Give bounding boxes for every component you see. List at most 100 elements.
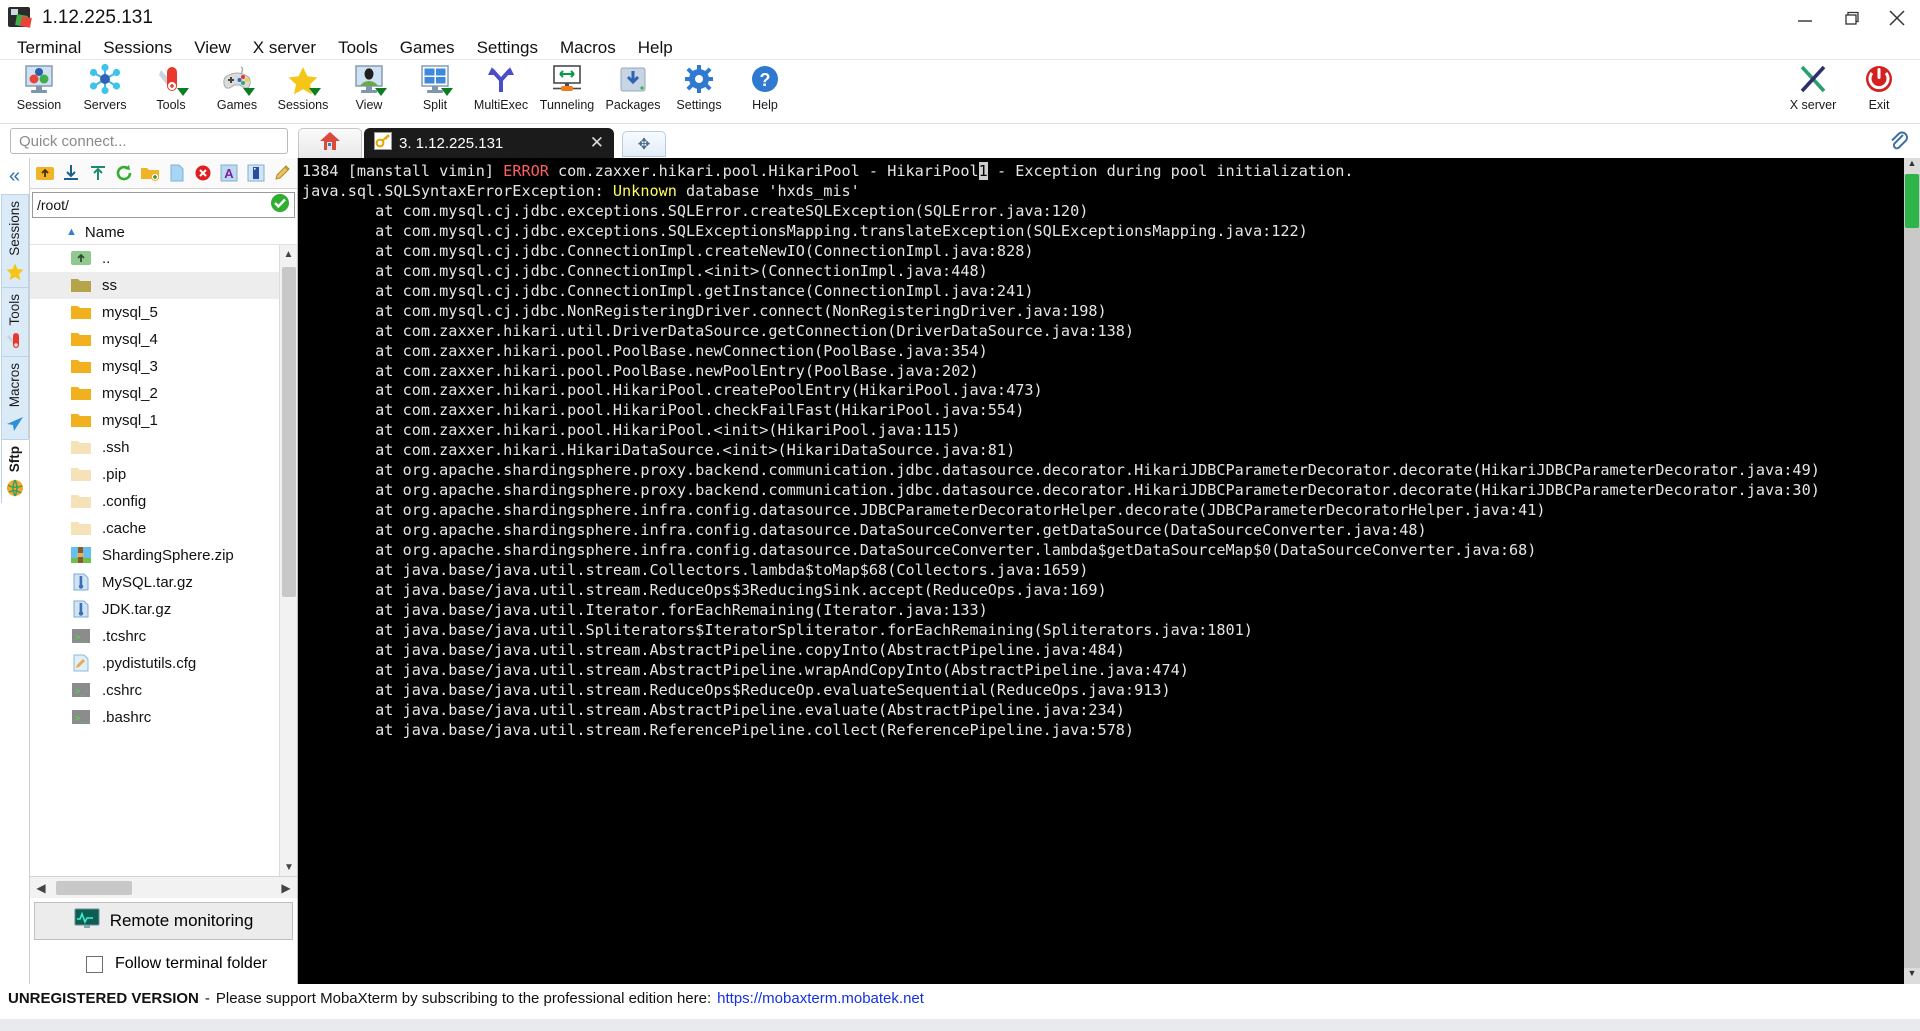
svg-text:>_: >_ <box>75 633 86 643</box>
list-item[interactable]: mysql_5 <box>30 299 279 326</box>
hscrollbar-thumb[interactable] <box>56 880 132 895</box>
toolbar-button-packages[interactable]: Packages <box>600 62 666 112</box>
toolbar-button-exit[interactable]: Exit <box>1846 62 1912 112</box>
follow-terminal-folder-checkbox[interactable] <box>86 955 103 973</box>
list-item[interactable]: ShardingSphere.zip <box>30 542 279 569</box>
edit-icon[interactable] <box>271 161 293 185</box>
terminal-pane[interactable]: 1384 [manstall vimin] ERROR com.zaxxer.h… <box>298 158 1920 984</box>
menu-sessions[interactable]: Sessions <box>92 37 183 59</box>
terminal-cursor: 1 <box>978 162 988 180</box>
sort-asc-icon[interactable]: ▲ <box>66 226 77 238</box>
terminal-scroll-down-icon[interactable]: ▼ <box>1904 968 1920 984</box>
remote-monitoring-button[interactable]: Remote monitoring <box>34 902 293 940</box>
toolbar-button-settings[interactable]: Settings <box>666 62 732 112</box>
collapse-chevrons-icon[interactable]: « <box>9 158 20 194</box>
scrollbar-thumb[interactable] <box>282 267 296 597</box>
ribbon-tab-sftp[interactable]: Sftp <box>0 438 29 503</box>
list-item[interactable]: MySQL.tar.gz <box>30 569 279 596</box>
list-item[interactable]: mysql_1 <box>30 407 279 434</box>
menu-terminal[interactable]: Terminal <box>6 37 92 59</box>
list-item[interactable]: ss <box>30 272 279 299</box>
parent-folder-icon[interactable] <box>34 161 56 185</box>
list-item[interactable]: mysql_2 <box>30 380 279 407</box>
toolbar-label-split: Split <box>422 98 448 112</box>
toolbar-button-servers[interactable]: Servers <box>72 62 138 112</box>
toolbar-button-tools[interactable]: Tools <box>138 62 204 112</box>
follow-terminal-folder-row[interactable]: Follow terminal folder <box>30 944 297 984</box>
refresh-icon[interactable] <box>113 161 135 185</box>
list-item[interactable]: >_ .cshrc <box>30 677 279 704</box>
terminal-scrollbar[interactable]: ▲ ▼ <box>1904 158 1920 984</box>
ribbon-tab-tools[interactable]: Tools <box>0 286 29 357</box>
terminal-scroll-up-icon[interactable]: ▲ <box>1904 158 1920 174</box>
scroll-left-icon[interactable]: ◀ <box>30 881 52 895</box>
ribbon-tab-macros[interactable]: Macros <box>0 356 29 439</box>
toolbar-button-multiexec[interactable]: MultiExec <box>468 62 534 112</box>
list-item[interactable]: .config <box>30 488 279 515</box>
list-item[interactable]: JDK.tar.gz <box>30 596 279 623</box>
text-mode-icon[interactable]: A <box>218 161 240 185</box>
restore-icon[interactable] <box>1828 0 1874 36</box>
close-tab-icon[interactable]: ✕ <box>562 133 604 153</box>
list-item[interactable]: .ssh <box>30 434 279 461</box>
list-item-label: .. <box>102 250 111 267</box>
minimize-icon[interactable] <box>1782 0 1828 36</box>
list-item[interactable]: .. <box>30 245 279 272</box>
mobaxterm-link[interactable]: https://mobaxterm.mobatek.net <box>717 990 924 1007</box>
config-file-icon <box>70 654 94 674</box>
new-folder-icon[interactable] <box>139 161 161 185</box>
sftp-path-bar[interactable]: /root/ <box>32 192 295 218</box>
home-icon <box>318 130 342 157</box>
ribbon-tab-sessions[interactable]: Sessions <box>0 194 29 287</box>
sftp-toolbar: A <box>30 158 297 189</box>
toolbar-button-view[interactable]: View <box>336 62 402 112</box>
paperclip-icon[interactable] <box>1886 128 1910 157</box>
scroll-down-icon[interactable]: ▼ <box>280 858 297 876</box>
scroll-right-icon[interactable]: ▶ <box>275 881 297 895</box>
list-item[interactable]: .pip <box>30 461 279 488</box>
tab-label: 3. 1.12.225.131 <box>399 134 504 152</box>
menu-view[interactable]: View <box>183 37 242 59</box>
binary-mode-icon[interactable] <box>244 161 266 185</box>
toolbar-button-sessions[interactable]: Sessions <box>270 62 336 112</box>
download-icon[interactable] <box>60 161 82 185</box>
menu-bar: Terminal Sessions View X server Tools Ga… <box>0 36 1920 60</box>
sftp-vertical-scrollbar[interactable]: ▲ ▼ <box>279 245 297 876</box>
tab-home[interactable] <box>298 128 362 158</box>
new-tab-icon[interactable]: ✥ <box>622 131 666 157</box>
list-item[interactable]: mysql_4 <box>30 326 279 353</box>
delete-icon[interactable] <box>192 161 214 185</box>
terminal-scrollbar-thumb[interactable] <box>1905 174 1919 228</box>
terminal-error-word: ERROR <box>503 162 549 180</box>
close-icon[interactable] <box>1874 0 1920 36</box>
upload-icon[interactable] <box>87 161 109 185</box>
new-file-icon[interactable] <box>165 161 187 185</box>
list-item-label: .config <box>102 493 147 510</box>
sftp-column-header-name[interactable]: Name <box>85 224 125 241</box>
toolbar-label-sessions: Sessions <box>277 98 329 112</box>
terminal-line2-tail: database 'hxds_mis' <box>676 181 860 200</box>
sftp-horizontal-scrollbar[interactable]: ◀ ▶ <box>30 876 297 898</box>
menu-x-server[interactable]: X server <box>242 37 327 59</box>
sftp-file-list[interactable]: .. ss mysql_5 mysql_4 mysql_3 mysql_2 my… <box>30 245 279 876</box>
menu-macros[interactable]: Macros <box>549 37 627 59</box>
tab-session-3[interactable]: 3. 1.12.225.131 ✕ <box>364 128 614 158</box>
menu-help[interactable]: Help <box>627 37 684 59</box>
toolbar-button-session[interactable]: Session <box>6 62 72 112</box>
menu-games[interactable]: Games <box>389 37 466 59</box>
quick-connect-input[interactable]: Quick connect... <box>10 128 288 154</box>
toolbar-button-split[interactable]: Split <box>402 62 468 112</box>
toolbar-button-help[interactable]: ? Help <box>732 62 798 112</box>
terminal-output[interactable]: 1384 [manstall vimin] ERROR com.zaxxer.h… <box>298 158 1920 741</box>
menu-tools[interactable]: Tools <box>327 37 389 59</box>
scroll-up-icon[interactable]: ▲ <box>280 245 297 263</box>
list-item[interactable]: >_ .bashrc <box>30 704 279 731</box>
toolbar-button-games[interactable]: Games <box>204 62 270 112</box>
list-item[interactable]: >_ .tcshrc <box>30 623 279 650</box>
menu-settings[interactable]: Settings <box>466 37 549 59</box>
list-item[interactable]: mysql_3 <box>30 353 279 380</box>
list-item[interactable]: .cache <box>30 515 279 542</box>
list-item[interactable]: .pydistutils.cfg <box>30 650 279 677</box>
toolbar-button-tunneling[interactable]: Tunneling <box>534 62 600 112</box>
toolbar-button-x-server[interactable]: X server <box>1780 62 1846 112</box>
